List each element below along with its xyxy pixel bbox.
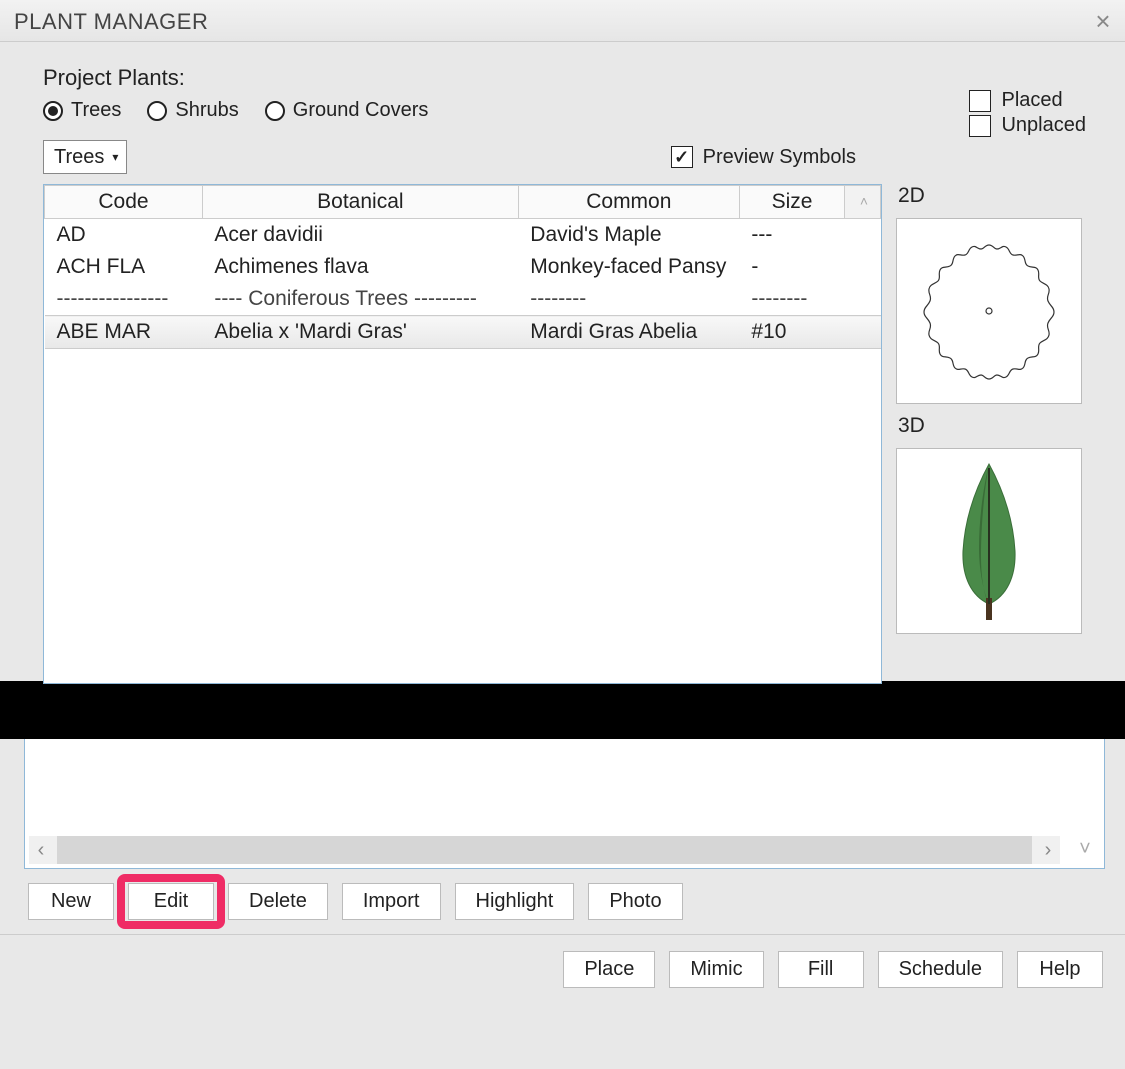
category-dropdown[interactable]: Trees ▾ [43,140,127,174]
check-placed[interactable]: Placed [969,89,1086,112]
mimic-button[interactable]: Mimic [669,951,763,988]
horizontal-scrollbar[interactable]: ‹ › [29,836,1060,864]
checkbox-icon [969,90,991,112]
col-common[interactable]: Common [518,186,739,219]
radio-label: Shrubs [175,99,238,122]
scrollbar-thumb[interactable] [57,836,1032,864]
plant-table[interactable]: Code Botanical Common Size ˄ AD Acer dav… [43,184,882,684]
new-button[interactable]: New [28,883,114,920]
radio-dot-icon [265,101,285,121]
scroll-up-icon[interactable]: ˄ [849,187,879,215]
table-row[interactable]: ABE MAR Abelia x 'Mardi Gras' Mardi Gras… [45,316,881,349]
radio-dot-icon [147,101,167,121]
col-code[interactable]: Code [45,186,203,219]
check-preview-symbols[interactable]: Preview Symbols [671,146,856,169]
preview-3d-box[interactable] [896,448,1082,634]
photo-button[interactable]: Photo [588,883,682,920]
schedule-button[interactable]: Schedule [878,951,1003,988]
check-label: Unplaced [1001,114,1086,137]
tree-3d-icon [929,456,1049,626]
window-title: PLANT MANAGER [14,9,208,35]
help-button[interactable]: Help [1017,951,1103,988]
dropdown-value: Trees [54,146,104,169]
chevron-down-icon: ▾ [112,150,118,164]
col-botanical[interactable]: Botanical [202,186,518,219]
import-button[interactable]: Import [342,883,441,920]
tree-2d-symbol-icon [909,231,1069,391]
table-row[interactable]: ACH FLA Achimenes flava Monkey-faced Pan… [45,251,881,283]
radio-ground-covers[interactable]: Ground Covers [265,99,429,122]
plant-table-lower[interactable]: ˅ ‹ › [24,739,1105,869]
content-gap [0,681,1125,739]
scroll-down-icon[interactable]: ˅ [1072,836,1098,862]
col-size[interactable]: Size [739,186,844,219]
highlight-button[interactable]: Highlight [455,883,575,920]
preview-3d-label: 3D [896,414,1086,438]
group-label: Project Plants: [19,61,1106,99]
check-label: Placed [1001,89,1062,112]
scroll-right-icon[interactable]: › [1036,839,1060,862]
radio-trees[interactable]: Trees [43,99,121,122]
check-label: Preview Symbols [703,146,856,169]
table-row[interactable]: AD Acer davidii David's Maple --- [45,219,881,252]
edit-button[interactable]: Edit [128,883,214,920]
preview-2d-label: 2D [896,184,1086,208]
radio-shrubs[interactable]: Shrubs [147,99,238,122]
checkbox-icon [671,146,693,168]
scroll-left-icon[interactable]: ‹ [29,839,53,862]
checkbox-icon [969,115,991,137]
place-button[interactable]: Place [563,951,655,988]
preview-2d-box[interactable] [896,218,1082,404]
delete-button[interactable]: Delete [228,883,328,920]
check-unplaced[interactable]: Unplaced [969,114,1086,137]
col-scroll-header: ˄ [845,186,881,219]
close-icon[interactable]: × [1095,6,1111,37]
radio-label: Ground Covers [293,99,429,122]
fill-button[interactable]: Fill [778,951,864,988]
radio-label: Trees [71,99,121,122]
table-separator: ---------------- ---- Coniferous Trees -… [45,283,881,316]
radio-dot-icon [43,101,63,121]
